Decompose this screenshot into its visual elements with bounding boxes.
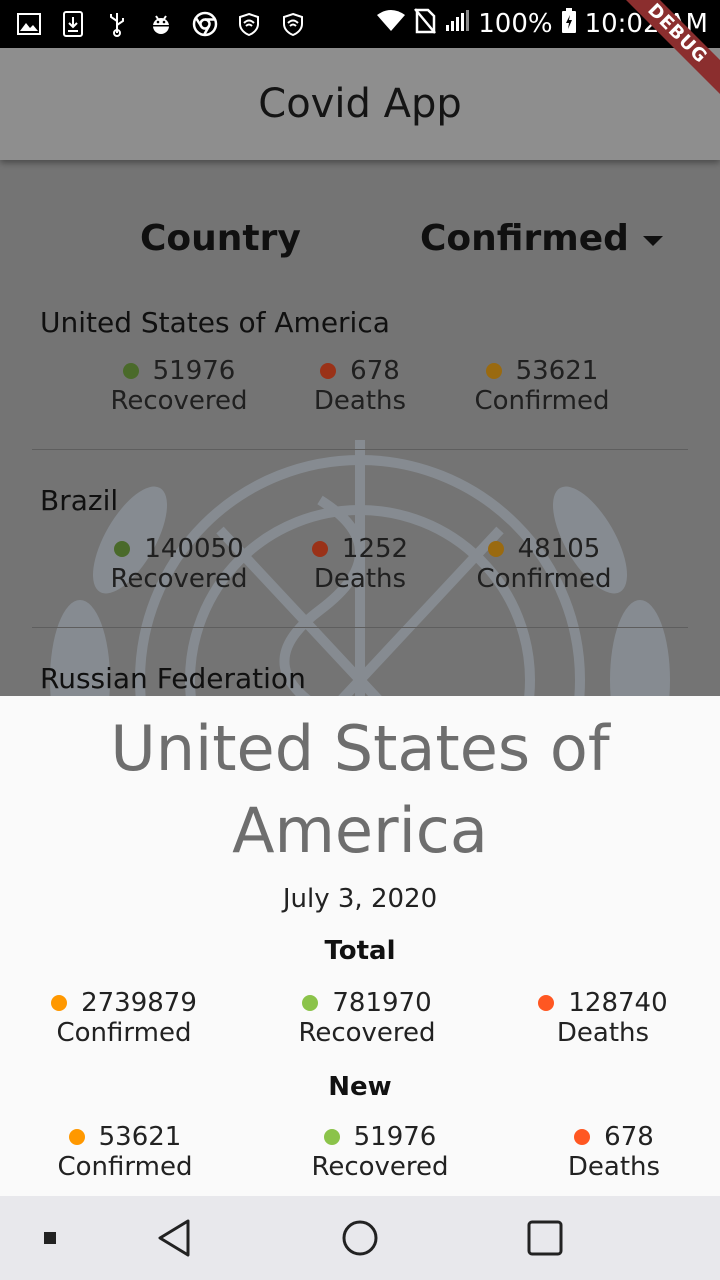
- country-list: Country Confirmed United States of Ameri…: [0, 160, 720, 696]
- deaths-dot: [320, 363, 337, 379]
- back-icon[interactable]: [154, 1218, 194, 1258]
- recovered-dot: [302, 995, 319, 1011]
- detail-country-line1: United States of: [110, 712, 610, 785]
- recovered-value: 51976: [152, 356, 236, 386]
- confirmed-stat: 53621 Confirmed: [472, 356, 612, 416]
- confirmed-value: 53621: [515, 356, 599, 386]
- detail-date: July 3, 2020: [282, 884, 438, 914]
- confirmed-label: Confirmed: [476, 564, 612, 594]
- new-recovered-value: 51976: [353, 1122, 437, 1152]
- chevron-down-icon: [642, 235, 663, 246]
- new-recovered-label: Recovered: [311, 1152, 449, 1182]
- app-bar: Covid App: [0, 48, 720, 160]
- list-item[interactable]: United States of America 51976 Recovered…: [40, 306, 688, 456]
- total-recovered-label: Recovered: [298, 1018, 436, 1048]
- recovered-stat: 140050 Recovered: [104, 534, 254, 594]
- deaths-stat: 678 Deaths: [300, 356, 420, 416]
- recovered-label: Recovered: [110, 386, 248, 416]
- deaths-dot: [538, 995, 555, 1011]
- android-debug-icon: [148, 11, 174, 37]
- total-recovered-value: 781970: [332, 988, 432, 1018]
- confirmed-dot: [51, 995, 68, 1011]
- total-confirmed-value: 2739879: [81, 988, 197, 1018]
- total-deaths-value: 128740: [568, 988, 668, 1018]
- new-confirmed-value: 53621: [98, 1122, 182, 1152]
- confirmed-stat: 48105 Confirmed: [474, 534, 614, 594]
- recovered-dot: [323, 1129, 340, 1145]
- divider: [32, 449, 688, 450]
- deaths-label: Deaths: [313, 386, 407, 416]
- country-name: United States of America: [40, 306, 390, 339]
- new-deaths-value: 678: [604, 1122, 654, 1152]
- total-confirmed-label: Confirmed: [56, 1018, 192, 1048]
- total-deaths-label: Deaths: [556, 1018, 650, 1048]
- battery-percent: 100%: [478, 9, 553, 39]
- recovered-value: 140050: [144, 534, 244, 564]
- no-sim-icon: [414, 7, 437, 41]
- header-country: Country: [140, 218, 301, 259]
- detail-country-line2: America: [232, 794, 488, 867]
- shield-wifi-icon: [236, 11, 262, 37]
- list-item[interactable]: Russian Federation: [40, 662, 688, 696]
- deaths-value: 1252: [341, 534, 409, 564]
- country-name: Brazil: [40, 484, 119, 517]
- recovered-dot: [114, 541, 131, 557]
- notification-icons: [16, 10, 306, 38]
- wifi-icon: [376, 9, 406, 40]
- image-icon: [16, 11, 42, 37]
- confirmed-dot: [485, 363, 502, 379]
- new-deaths-label: Deaths: [567, 1152, 661, 1182]
- deaths-value: 678: [350, 356, 400, 386]
- new-deaths-stat: 678 Deaths: [554, 1122, 674, 1182]
- recovered-stat: 51976 Recovered: [104, 356, 254, 416]
- country-detail-sheet: United States of America July 3, 2020 To…: [0, 696, 720, 1196]
- confirmed-value: 48105: [517, 534, 601, 564]
- detail-country-name: United States of America: [0, 708, 720, 872]
- new-confirmed-label: Confirmed: [57, 1152, 193, 1182]
- total-deaths-stat: 128740 Deaths: [528, 988, 678, 1048]
- total-section-title: Total: [324, 936, 396, 966]
- sort-dropdown-label: Confirmed: [420, 218, 629, 259]
- recovered-dot: [122, 363, 139, 379]
- app-title: Covid App: [258, 81, 462, 127]
- total-confirmed-stat: 2739879 Confirmed: [44, 988, 204, 1048]
- confirmed-dot: [68, 1129, 85, 1145]
- chrome-icon: [192, 11, 218, 37]
- shield-wifi-icon: [280, 11, 306, 37]
- sort-dropdown[interactable]: Confirmed: [420, 218, 663, 259]
- list-item[interactable]: Brazil 140050 Recovered 1252 Deaths 4810…: [40, 484, 688, 634]
- new-section-title: New: [328, 1072, 392, 1102]
- deaths-stat: 1252 Deaths: [300, 534, 420, 594]
- status-bar: 100% 10:02 AM: [0, 0, 720, 48]
- recents-small-icon[interactable]: [30, 1218, 70, 1258]
- table-header: Country Confirmed: [0, 218, 720, 268]
- navigation-bar: [0, 1196, 720, 1280]
- confirmed-label: Confirmed: [474, 386, 610, 416]
- signal-icon: [444, 9, 470, 40]
- download-icon: [60, 11, 86, 37]
- usb-icon: [104, 11, 130, 37]
- deaths-label: Deaths: [313, 564, 407, 594]
- new-recovered-stat: 51976 Recovered: [306, 1122, 454, 1182]
- divider: [32, 627, 688, 628]
- confirmed-dot: [487, 541, 504, 557]
- battery-charging-icon: [561, 7, 577, 41]
- overview-icon[interactable]: [525, 1218, 565, 1258]
- deaths-dot: [311, 541, 328, 557]
- recovered-label: Recovered: [110, 564, 248, 594]
- home-icon[interactable]: [340, 1218, 380, 1258]
- country-name: Russian Federation: [40, 662, 306, 695]
- deaths-dot: [574, 1129, 591, 1145]
- new-confirmed-stat: 53621 Confirmed: [50, 1122, 200, 1182]
- total-recovered-stat: 781970 Recovered: [290, 988, 444, 1048]
